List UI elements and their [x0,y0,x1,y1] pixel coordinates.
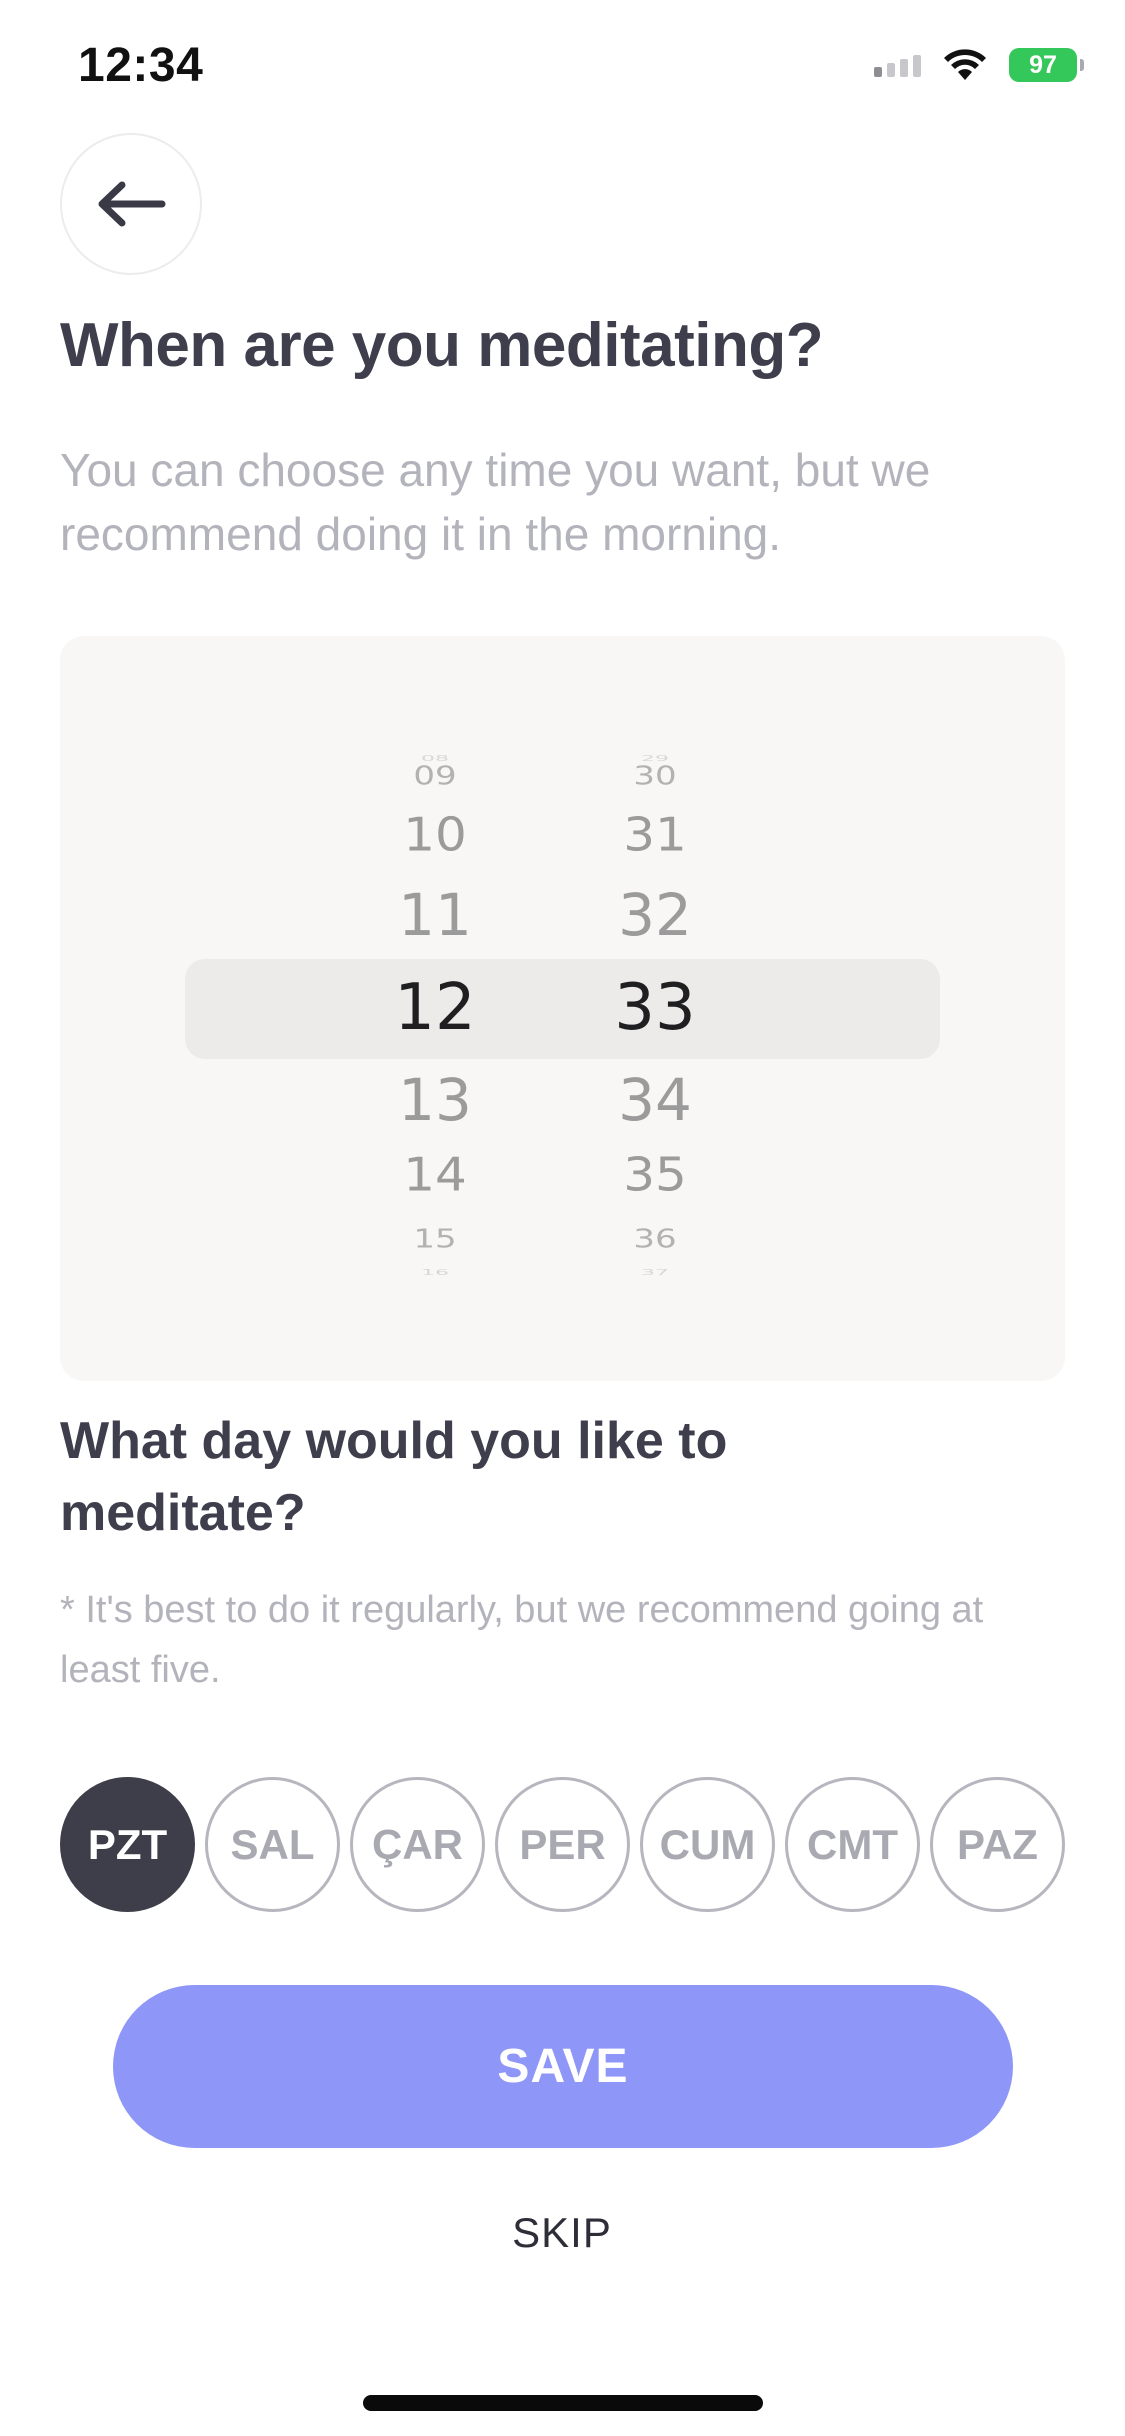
status-bar: 12:34 97 [0,0,1125,140]
day-chip-paz[interactable]: PAZ [930,1777,1065,1912]
wifi-icon [944,49,986,80]
skip-button[interactable]: SKIP [462,2198,662,2268]
day-chip-cum[interactable]: CUM [640,1777,775,1912]
minute-wheel[interactable]: 29 30 31 32 33 34 35 36 37 [555,636,755,1381]
day-selector: PZT SAL ÇAR PER CUM CMT PAZ [60,1777,1065,1912]
meditation-schedule-screen: 12:34 97 When are you meditating? You ca… [0,0,1125,2436]
hour-option[interactable]: 09 [335,761,535,791]
hour-option[interactable]: 12 [335,971,535,1045]
minute-option[interactable]: 34 [555,1066,755,1134]
back-button[interactable] [60,133,202,275]
minute-option[interactable]: 36 [555,1224,755,1254]
arrow-left-icon [98,181,166,227]
home-indicator [363,2395,763,2411]
day-chip-sal[interactable]: SAL [205,1777,340,1912]
time-picker[interactable]: 08 09 10 11 12 13 14 15 16 29 30 31 32 33 34 35 36 37 [60,636,1065,1381]
page-subtitle: You can choose any time you want, but we… [60,444,931,560]
day-chip-per[interactable]: PER [495,1777,630,1912]
minute-option[interactable]: 30 [555,761,755,791]
hour-wheel[interactable]: 08 09 10 11 12 13 14 15 16 [335,636,535,1381]
hour-option[interactable]: 13 [335,1066,535,1134]
minute-option[interactable]: 35 [555,1148,755,1201]
days-title: What day would you like to meditate? [60,1412,728,1542]
page-title: When are you meditating? [60,311,824,380]
hour-option[interactable]: 16 [335,1268,535,1277]
days-note: * It's best to do it regularly, but we r… [60,1589,984,1691]
status-time: 12:34 [78,39,204,92]
minute-option[interactable]: 33 [555,971,755,1045]
hour-option[interactable]: 14 [335,1148,535,1201]
day-chip-pzt[interactable]: PZT [60,1777,195,1912]
battery-level: 97 [1029,50,1057,79]
minute-option[interactable]: 37 [555,1268,755,1277]
hour-option[interactable]: 11 [335,881,535,949]
hour-option[interactable]: 15 [335,1224,535,1254]
minute-option[interactable]: 31 [555,808,755,861]
save-button[interactable]: SAVE [113,1985,1013,2148]
status-indicators: 97 [874,48,1084,82]
minute-option[interactable]: 32 [555,881,755,949]
battery-icon: 97 [1009,48,1084,82]
day-chip-çar[interactable]: ÇAR [350,1777,485,1912]
day-chip-cmt[interactable]: CMT [785,1777,920,1912]
hour-option[interactable]: 10 [335,808,535,861]
cellular-signal-icon [874,53,921,77]
